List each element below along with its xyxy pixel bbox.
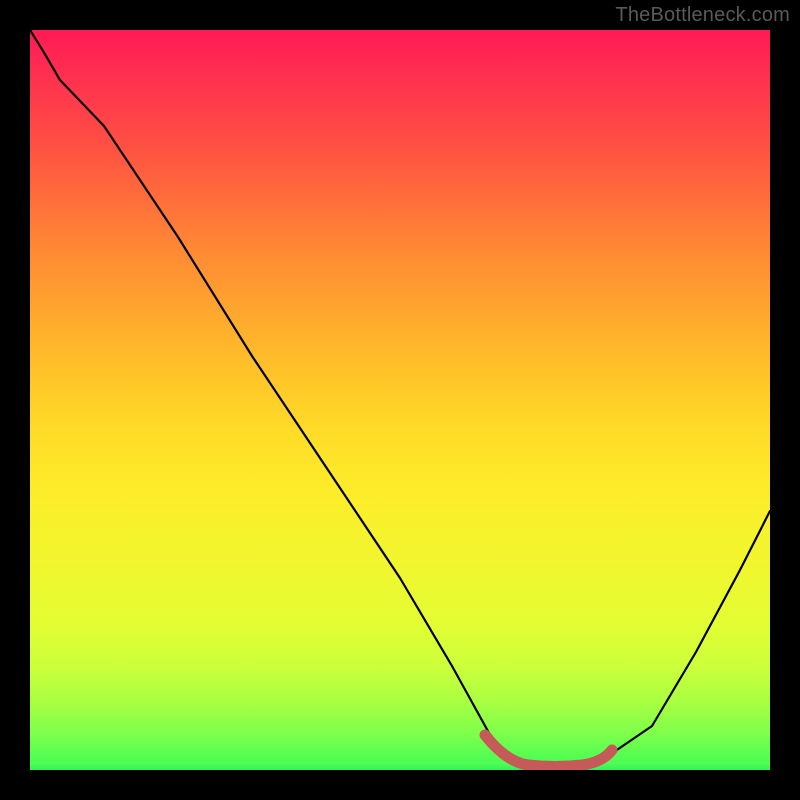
plot-area xyxy=(30,30,770,770)
chart-svg xyxy=(30,30,770,770)
watermark-text: TheBottleneck.com xyxy=(615,4,790,27)
bottleneck-highlight-segment xyxy=(485,735,612,767)
bottleneck-curve-line xyxy=(30,30,770,765)
